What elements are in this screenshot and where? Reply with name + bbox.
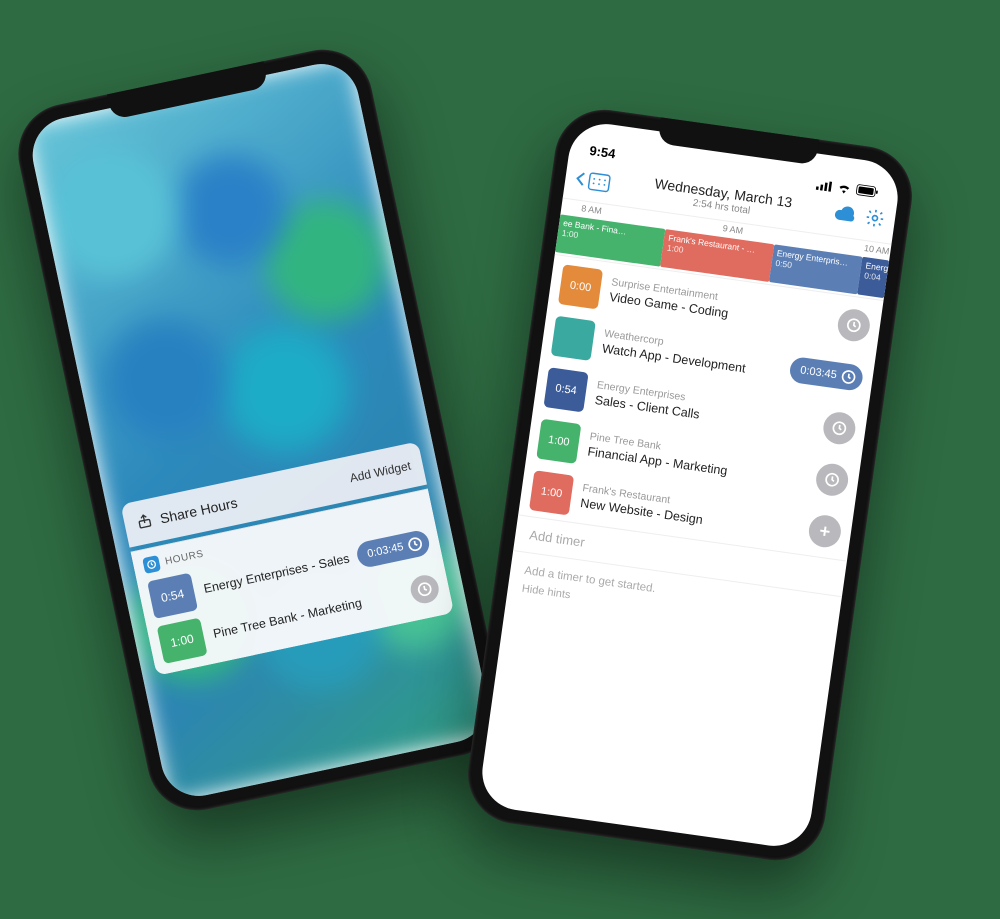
calendar-back-button[interactable]: [574, 169, 611, 194]
add-entry-button[interactable]: [807, 513, 843, 549]
add-timer-placeholder: Add timer: [529, 527, 586, 550]
time-box: 0:54: [147, 573, 198, 619]
screen-left: Share Hours Add Widget HOURS 0:54Energy …: [26, 57, 495, 803]
add-widget-button[interactable]: Add Widget: [349, 459, 413, 486]
time-box: 1:00: [529, 470, 574, 515]
battery-icon: [856, 184, 879, 198]
cellular-icon: [815, 179, 832, 191]
widget-app-name: HOURS: [164, 548, 205, 567]
time-box: 0:00: [558, 264, 603, 309]
screen-right: 9:54 Wednesday, March 13 2:54 hrs total: [477, 119, 902, 850]
wifi-icon: [836, 182, 852, 195]
cloud-icon[interactable]: [834, 206, 856, 228]
calendar-icon: [587, 170, 612, 193]
time-box: 0:54: [543, 367, 588, 412]
share-icon: [135, 511, 155, 533]
start-timer-button[interactable]: [408, 573, 441, 606]
running-timer-pill[interactable]: 0:03:45: [355, 529, 432, 570]
start-timer-button[interactable]: [814, 461, 850, 497]
start-timer-button[interactable]: [821, 410, 857, 446]
time-box: 1:00: [157, 618, 208, 664]
home-screen-blur: [26, 57, 495, 803]
time-box: 1:00: [536, 419, 581, 464]
phone-right: 9:54 Wednesday, March 13 2:54 hrs total: [462, 103, 919, 866]
running-timer-pill[interactable]: 0:03:45: [789, 356, 865, 392]
timer-list: 0:00Surprise EntertainmentVideo Game - C…: [518, 255, 883, 561]
timeline-tick: 9 AM: [722, 223, 744, 236]
phone-left: Share Hours Add Widget HOURS 0:54Energy …: [9, 40, 511, 819]
timeline-block[interactable]: Energy Enterpris…0:50: [769, 244, 863, 294]
hours-app-icon: [142, 555, 161, 574]
time-box: [551, 316, 596, 361]
timeline-tick: 8 AM: [581, 203, 603, 216]
start-timer-button[interactable]: [836, 307, 872, 343]
settings-gear-icon[interactable]: [863, 207, 886, 235]
timeline-block[interactable]: Energ…0:04: [858, 257, 890, 298]
timeline-tick: 10 AM: [863, 243, 890, 256]
